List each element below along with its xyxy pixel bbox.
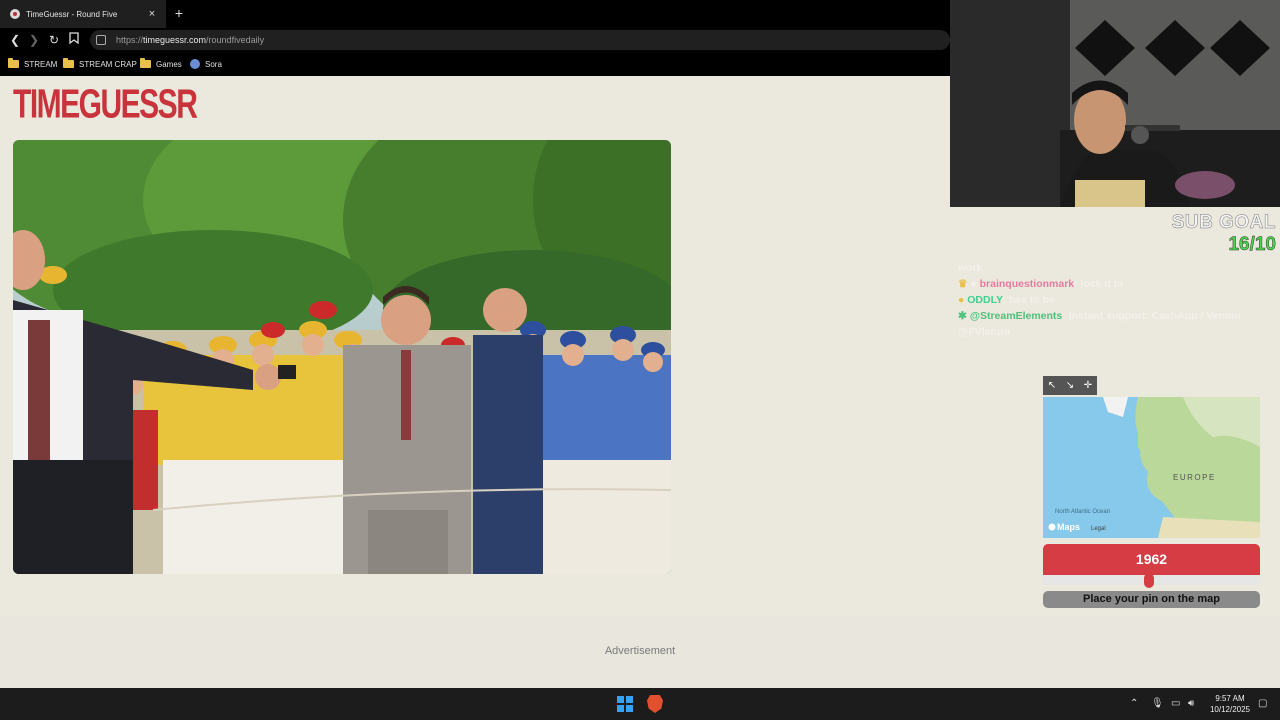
avatar-icon: ● <box>970 278 977 290</box>
bookmark-label: Sora <box>205 59 222 69</box>
gear-icon: ✱ <box>958 310 967 322</box>
map-label-europe: EUROPE <box>1173 473 1216 482</box>
map-legal[interactable]: Legal <box>1091 526 1106 532</box>
advertisement-label: Advertisement <box>604 645 676 657</box>
close-icon[interactable]: × <box>144 8 160 20</box>
brave-browser-icon[interactable] <box>647 695 663 713</box>
url-path: /roundfivedaily <box>206 35 265 45</box>
bookmark-label: Games <box>156 59 182 69</box>
place-pin-button[interactable]: Place your pin on the map <box>1043 591 1260 608</box>
bookmark-label: STREAM CRAP <box>79 59 137 69</box>
network-icon[interactable]: ▭ <box>1171 698 1180 709</box>
chat-username: @StreamElements <box>969 310 1063 322</box>
sub-goal-widget: SUB GOAL 16/10 <box>1000 212 1276 256</box>
forward-icon[interactable]: ❯ <box>25 31 43 49</box>
chat-text: : has to be <box>1002 294 1055 306</box>
year-display: 1962 <box>1043 544 1260 575</box>
url-host: timeguessr.com <box>143 35 207 45</box>
pin-map-icon[interactable]: ✛ <box>1084 380 1092 391</box>
windows-taskbar: ⌃ 🎙︎ ▭ 🔊︎ 9:57 AM 10/12/2025 ▢ <box>0 688 1280 720</box>
microphone-icon[interactable]: 🎙︎ <box>1151 698 1164 709</box>
chat-message: ♛ ● brainquestionmark: lock it in <box>958 276 1278 292</box>
tab-title: TimeGuessr - Round Five <box>26 9 118 19</box>
year-slider-handle[interactable] <box>1144 573 1155 588</box>
clock-time: 9:57 AM <box>1215 694 1245 703</box>
folder-icon <box>140 58 151 68</box>
map-label-ocean: North Atlantic Ocean <box>1055 509 1110 515</box>
map-brand: Maps <box>1057 522 1080 532</box>
bookmark-stream-crap[interactable]: STREAM CRAP <box>63 58 137 70</box>
timeguessr-logo[interactable]: TIMEGUESSR <box>13 84 198 126</box>
shrink-map-icon[interactable]: ↘ <box>1066 380 1074 391</box>
timeguessr-favicon-icon <box>10 9 20 19</box>
system-clock[interactable]: 9:57 AM 10/12/2025 <box>1205 693 1255 715</box>
apple-logo-icon <box>1048 523 1056 531</box>
windows-start-icon[interactable] <box>617 696 633 712</box>
bookmark-label: STREAM <box>24 59 58 69</box>
chat-username: brainquestionmark <box>979 278 1075 290</box>
site-info-icon[interactable] <box>96 35 106 45</box>
chat-message: ● ODDLY: has to be <box>958 292 1278 308</box>
back-icon[interactable]: ❮ <box>6 31 24 49</box>
badge-icon: ● <box>958 294 965 306</box>
folder-icon <box>63 58 74 68</box>
new-tab-button[interactable]: + <box>170 4 188 22</box>
tab-timeguessr[interactable]: TimeGuessr - Round Five × <box>0 0 166 28</box>
url-scheme: https:// <box>116 35 144 45</box>
webcam-feed <box>950 0 1280 207</box>
folder-icon <box>8 58 19 68</box>
expand-map-icon[interactable]: ↖ <box>1048 380 1056 391</box>
bookmark-sora[interactable]: Sora <box>190 58 222 70</box>
notification-icon[interactable]: ▢ <box>1258 698 1267 709</box>
chat-message: ✱ @StreamElements: Instant support: Cash… <box>958 308 1278 340</box>
bookmark-stream[interactable]: STREAM <box>8 58 57 70</box>
guess-map[interactable]: EUROPE North Atlantic Ocean Maps Legal <box>1043 397 1260 538</box>
chevron-up-icon[interactable]: ⌃ <box>1130 698 1138 709</box>
chat-text: work. <box>958 262 986 274</box>
bookmark-games[interactable]: Games <box>140 58 182 70</box>
sub-goal-label: SUB GOAL <box>1171 212 1276 234</box>
bookmark-icon[interactable] <box>65 31 83 49</box>
address-bar[interactable]: https://timeguessr.com/roundfivedaily <box>90 30 950 50</box>
chat-username: ODDLY <box>967 294 1003 306</box>
round-photo <box>13 140 671 574</box>
map-toolbar: ↖ ↘ ✛ <box>1043 376 1097 395</box>
reload-icon[interactable]: ↻ <box>45 31 63 49</box>
sub-goal-value: 16/10 <box>1228 234 1276 256</box>
page-content: TIMEGUESSR <box>0 76 950 615</box>
chat-message: work. <box>958 260 1278 276</box>
crown-icon: ♛ <box>958 278 968 290</box>
ad-strip: Advertisement <box>0 615 1280 688</box>
clock-date: 10/12/2025 <box>1209 705 1251 714</box>
volume-icon[interactable]: 🔊︎ <box>1188 698 1194 709</box>
chat-overlay: work. ♛ ● brainquestionmark: lock it in … <box>958 260 1278 340</box>
chat-text: : lock it in <box>1074 278 1124 290</box>
sora-icon <box>190 59 200 69</box>
